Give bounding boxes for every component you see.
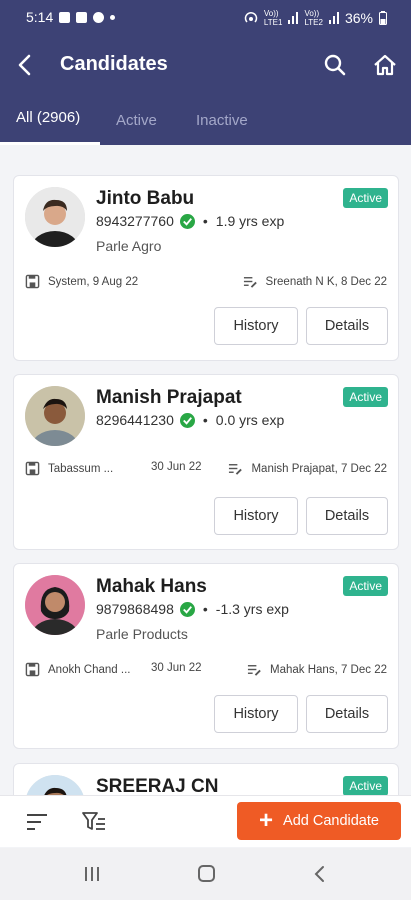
avatar [25,187,85,247]
signal1-icon [288,12,299,24]
created-by: Anokh Chand ... [48,663,131,676]
updated-info: Sreenath N K, 8 Dec 22 [243,274,387,289]
recents-button[interactable] [78,862,106,886]
back-arrow-icon [18,54,31,76]
company: Parle Products [96,626,188,642]
plus-icon: + [259,807,274,834]
status-time: 5:14 [26,9,54,25]
tab-inactive[interactable]: Inactive [196,112,248,129]
gallery-notification-icon [59,11,71,23]
candidate-card[interactable]: Mahak Hans Active 9879868498 • -1.3 yrs … [13,563,399,749]
home-circle-icon [198,865,215,882]
updated-by: Mahak Hans, 7 Dec 22 [270,663,387,676]
filter-icon [82,812,105,830]
battery-icon [379,11,387,25]
created-info: Anokh Chand ... [25,662,130,677]
sort-button[interactable] [24,810,50,834]
updated-info: Manish Prajapat, 7 Dec 22 [228,461,387,476]
details-button[interactable]: Details [306,695,388,733]
recents-icon [85,867,99,881]
add-candidate-button[interactable]: + Add Candidate [237,802,401,840]
phone-number[interactable]: 8296441230 [96,412,174,428]
status-badge: Active [343,188,388,208]
history-button[interactable]: History [214,307,298,345]
candidate-card[interactable]: Manish Prajapat Active 8296441230 • 0.0 … [13,374,399,550]
sync-notification-icon [93,11,105,23]
save-icon [25,461,40,476]
created-by: Tabassum ... [48,462,114,475]
candidate-card[interactable]: Jinto Babu Active 8943277760 • 1.9 yrs e… [13,175,399,361]
candidate-name[interactable]: Manish Prajapat [96,387,242,409]
created-date: 30 Jun 22 [151,662,202,674]
tab-active[interactable]: Active [116,112,157,129]
status-bar: 5:14 Vo)) LTE1 Vo)) LTE2 36% [0,0,411,34]
avatar [25,775,85,795]
created-info: System, 9 Aug 22 [25,274,138,289]
app-notification-icon [76,11,88,23]
home-nav-button[interactable] [192,862,220,886]
edit-list-icon [243,277,257,288]
signal2-icon [328,12,339,24]
verified-icon [179,601,195,617]
experience: -1.3 yrs exp [215,601,289,617]
add-candidate-label: Add Candidate [283,813,379,829]
tab-all[interactable]: All (2906) [16,109,80,126]
updated-by: Sreenath N K, 8 Dec 22 [265,275,387,288]
candidate-list[interactable]: Jinto Babu Active 8943277760 • 1.9 yrs e… [0,145,411,795]
created-info: Tabassum ... [25,461,113,476]
verified-icon [179,213,195,229]
save-icon [25,274,40,289]
sim1-label: Vo)) LTE1 [263,9,283,27]
home-icon [374,54,396,76]
phone-row: 9879868498 • -1.3 yrs exp [96,601,289,617]
back-nav-button[interactable] [306,862,334,886]
details-button[interactable]: Details [306,307,388,345]
phone-row: 8296441230 • 0.0 yrs exp [96,412,285,428]
edit-list-icon [229,464,243,475]
header: 5:14 Vo)) LTE1 Vo)) LTE2 36% Candidates [0,0,411,145]
phone-number[interactable]: 8943277760 [96,213,174,229]
candidate-card[interactable]: SREERAJ CN Active [13,763,399,795]
battery-percent: 36% [344,10,373,26]
phone-number[interactable]: 9879868498 [96,601,174,617]
history-button[interactable]: History [214,695,298,733]
hotspot-icon [244,11,258,23]
search-icon [324,54,346,76]
more-notifications-dot [110,14,116,20]
system-nav-bar [0,848,411,900]
history-button[interactable]: History [214,497,298,535]
filter-button[interactable] [80,809,108,835]
save-icon [25,662,40,677]
status-badge: Active [343,576,388,596]
candidate-name[interactable]: SREERAJ CN [96,776,218,795]
verified-icon [179,412,195,428]
sim2-label: Vo)) LTE2 [304,9,323,27]
updated-by: Manish Prajapat, 7 Dec 22 [251,462,387,475]
back-chevron-icon [314,866,324,882]
back-button[interactable] [10,50,40,80]
company: Parle Agro [96,238,162,254]
status-badge: Active [343,387,388,407]
candidate-name[interactable]: Mahak Hans [96,576,207,598]
candidate-name[interactable]: Jinto Babu [96,188,194,210]
experience: 0.0 yrs exp [215,412,285,428]
tab-bar: All (2906) Active Inactive [0,100,411,145]
updated-info: Mahak Hans, 7 Dec 22 [247,662,387,677]
search-button[interactable] [320,50,350,80]
experience: 1.9 yrs exp [215,213,285,229]
created-by: System, 9 Aug 22 [48,275,139,288]
sort-icon [27,814,47,830]
created-date: 30 Jun 22 [151,461,202,473]
bottom-action-bar: + Add Candidate [0,795,411,847]
status-badge: Active [343,776,388,795]
home-button[interactable] [370,50,400,80]
app-bar: Candidates [0,40,411,90]
page-title: Candidates [60,53,168,75]
edit-list-icon [247,665,261,676]
phone-row: 8943277760 • 1.9 yrs exp [96,213,285,229]
avatar [25,386,85,446]
avatar [25,575,85,635]
details-button[interactable]: Details [306,497,388,535]
